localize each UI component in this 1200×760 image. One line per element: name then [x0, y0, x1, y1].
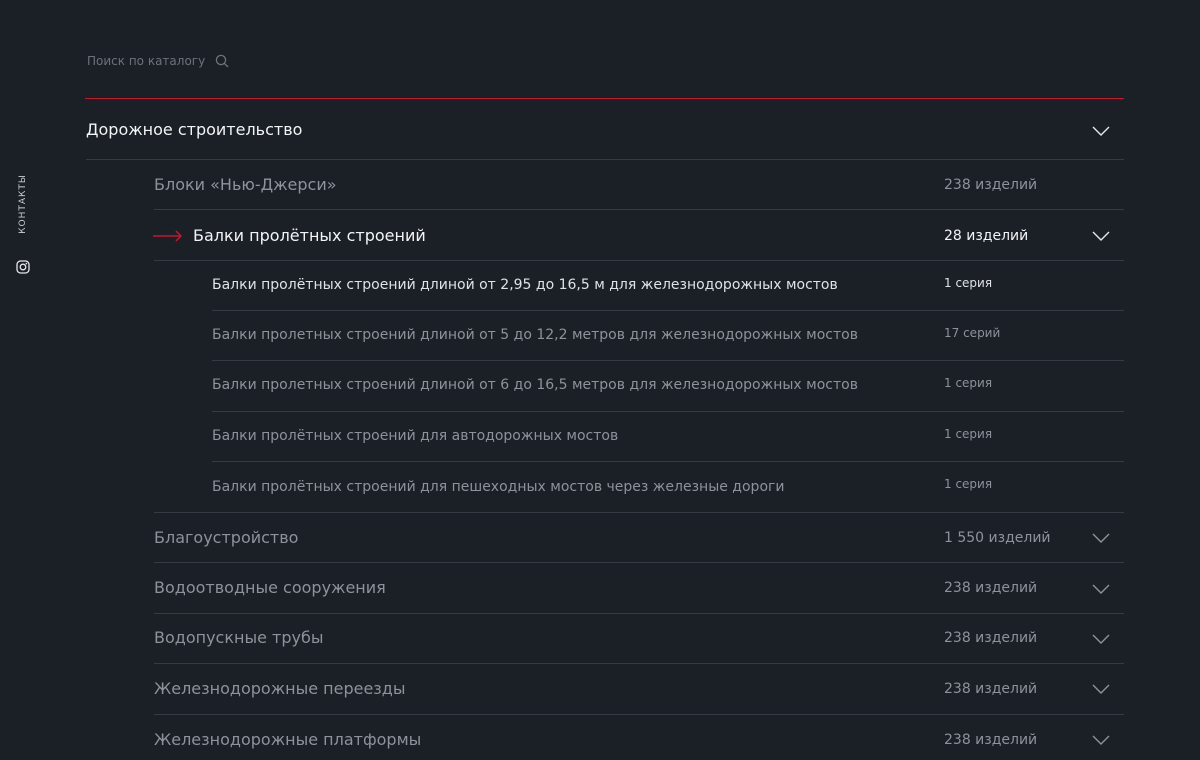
divider	[212, 360, 1124, 361]
subcategory-item-label[interactable]: Балки пролётных строений	[193, 226, 426, 245]
subcategory-item-label[interactable]: Благоустройство	[154, 528, 298, 547]
arrow-right-icon	[153, 230, 183, 242]
divider	[154, 512, 1124, 513]
chevron-down-icon[interactable]	[1092, 735, 1110, 745]
leaf-item-count: 1 серия	[944, 477, 993, 491]
divider	[212, 411, 1124, 412]
instagram-icon[interactable]	[16, 260, 30, 274]
category-title[interactable]: Дорожное строительство	[86, 120, 302, 139]
chevron-down-icon[interactable]	[1092, 684, 1110, 694]
subcategory-item-count: 238 изделий	[944, 732, 1038, 748]
subcategory-item-count: 238 изделий	[944, 177, 1038, 193]
chevron-down-icon[interactable]	[1092, 533, 1110, 543]
chevron-down-icon[interactable]	[1092, 584, 1110, 594]
leaf-item-count: 17 серий	[944, 326, 1001, 340]
chevron-down-icon[interactable]	[1092, 231, 1110, 241]
leaf-item-label[interactable]: Балки пролетных строений длиной от 6 до …	[212, 377, 858, 393]
divider	[154, 613, 1124, 614]
subcategory-item-label[interactable]: Водопускные трубы	[154, 628, 323, 647]
search-icon[interactable]	[215, 54, 229, 68]
subcategory-item-count: 28 изделий	[944, 228, 1029, 244]
leaf-item-count: 1 серия	[944, 276, 993, 290]
divider	[154, 714, 1124, 715]
subcategory-item-label[interactable]: Железнодорожные переезды	[154, 679, 406, 698]
subcategory-item-count: 1 550 изделий	[944, 530, 1051, 546]
leaf-item-label[interactable]: Балки пролётных строений длиной от 2,95 …	[212, 277, 838, 293]
chevron-down-icon[interactable]	[1092, 634, 1110, 644]
divider	[154, 209, 1124, 210]
subcategory-item-count: 238 изделий	[944, 630, 1038, 646]
divider	[212, 310, 1124, 311]
divider	[86, 159, 1124, 160]
subcategory-item-count: 238 изделий	[944, 580, 1038, 596]
leaf-item-count: 1 серия	[944, 427, 993, 441]
divider	[212, 461, 1124, 462]
chevron-down-icon[interactable]	[1092, 126, 1110, 136]
search-bar[interactable]: Поиск по каталогу	[87, 54, 229, 68]
divider	[154, 562, 1124, 563]
leaf-item-count: 1 серия	[944, 376, 993, 390]
subcategory-item-label[interactable]: Блоки «Нью-Джерси»	[154, 175, 337, 194]
leaf-item-label[interactable]: Балки пролётных строений для пешеходных …	[212, 479, 784, 495]
subcategory-item-count: 238 изделий	[944, 681, 1038, 697]
leaf-item-label[interactable]: Балки пролетных строений длиной от 5 до …	[212, 327, 858, 343]
divider	[154, 663, 1124, 664]
leaf-item-label[interactable]: Балки пролётных строений для автодорожны…	[212, 428, 618, 444]
search-underline	[85, 98, 1124, 99]
search-input[interactable]: Поиск по каталогу	[87, 54, 205, 68]
subcategory-item-label[interactable]: Водоотводные сооружения	[154, 578, 386, 597]
subcategory-item-label[interactable]: Железнодорожные платформы	[154, 730, 421, 749]
contacts-link[interactable]: КОНТАКТЫ	[18, 174, 28, 234]
divider	[154, 260, 1124, 261]
